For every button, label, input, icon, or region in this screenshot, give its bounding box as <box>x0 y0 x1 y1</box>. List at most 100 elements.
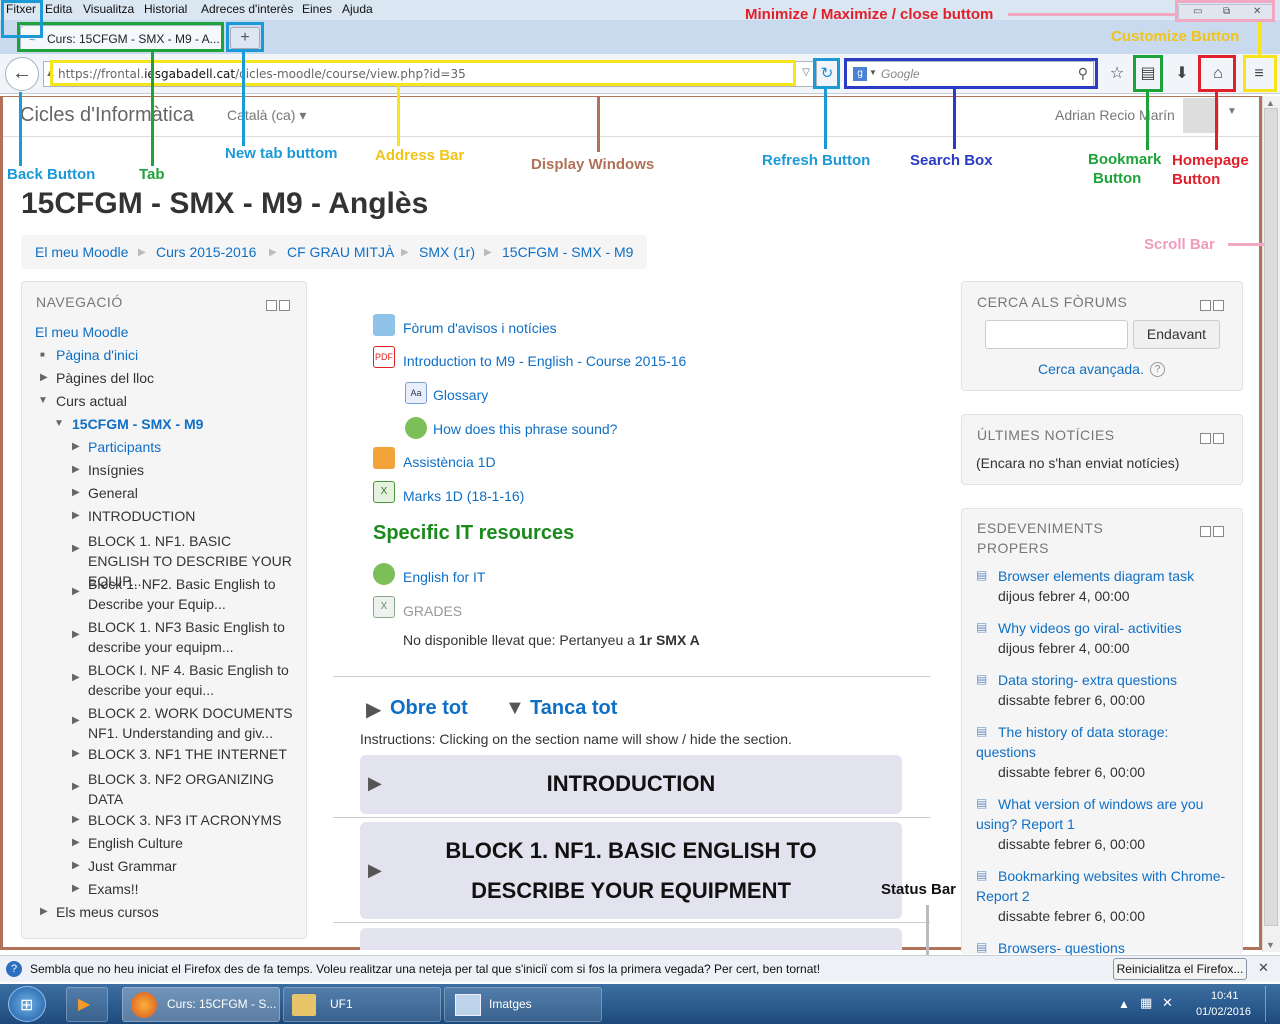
expand-arrow-icon[interactable]: ▶ <box>72 586 80 597</box>
block-controls[interactable] <box>1200 298 1228 311</box>
expand-arrow-icon[interactable]: ▶ <box>72 860 80 871</box>
breadcrumb-item[interactable]: SMX (1r) <box>419 244 475 260</box>
network-icon[interactable]: ▦ <box>1140 995 1152 1011</box>
reset-firefox-button[interactable]: Reinicialitza el Firefox... <box>1113 958 1247 980</box>
event-link[interactable]: What version of windows are you <box>998 796 1203 812</box>
nav-item[interactable]: Just Grammar <box>88 858 177 874</box>
activity-link[interactable]: English for IT <box>403 569 485 585</box>
block-controls[interactable] <box>1200 431 1228 444</box>
collapse-arrow-icon[interactable]: ▼ <box>38 395 48 406</box>
nav-item[interactable]: BLOCK 3. NF1 THE INTERNET <box>88 746 287 762</box>
nav-my-courses[interactable]: Els meus cursos <box>56 904 159 920</box>
volume-muted-icon[interactable]: ✕ <box>1162 995 1173 1011</box>
expand-arrow-icon[interactable]: ▶ <box>72 672 80 683</box>
collapse-arrow-icon[interactable]: ▼ <box>54 418 64 429</box>
expand-arrow-icon[interactable]: ▶ <box>72 629 80 640</box>
menu-help[interactable]: Ajuda <box>342 2 373 16</box>
expand-arrow-icon[interactable]: ▶ <box>72 441 80 452</box>
activity-link[interactable]: Introduction to M9 - English - Course 20… <box>403 353 686 369</box>
block-controls[interactable] <box>266 298 294 311</box>
breadcrumb-item[interactable]: 15CFGM - SMX - M9 <box>502 244 633 260</box>
downloads-button[interactable]: ⬇ <box>1171 63 1193 85</box>
avatar[interactable] <box>1183 98 1219 133</box>
section-block1-nf1[interactable]: ▶ BLOCK 1. NF1. BASIC ENGLISH TO DESCRIB… <box>360 822 902 919</box>
event-link[interactable]: Browser elements diagram task <box>998 568 1194 584</box>
taskbar-folder[interactable]: UF1 <box>283 987 441 1022</box>
expand-arrow-icon[interactable]: ▶ <box>40 906 48 917</box>
open-all-link[interactable]: Obre tot <box>390 697 468 720</box>
event-link[interactable]: The history of data storage: <box>998 724 1168 740</box>
activity-link[interactable]: Glossary <box>433 387 488 403</box>
nav-item[interactable]: English Culture <box>88 835 183 851</box>
nav-item[interactable]: INTRODUCTION <box>88 508 195 524</box>
dropdown-arrow-icon[interactable]: ▽ <box>802 67 810 78</box>
advanced-search-link[interactable]: Cerca avançada. <box>1038 361 1144 377</box>
forum-search-input[interactable] <box>985 320 1128 349</box>
activity-link[interactable]: Fòrum d'avisos i notícies <box>403 320 557 336</box>
nav-item[interactable]: BLOCK I. NF 4. Basic English to describe… <box>88 660 296 700</box>
menu-tools[interactable]: Eines <box>302 2 332 16</box>
activity-link[interactable]: Marks 1D (18-1-16) <box>403 488 524 504</box>
expand-arrow-icon[interactable]: ▶ <box>72 814 80 825</box>
nav-item[interactable]: Exams!! <box>88 881 139 897</box>
site-name[interactable]: Cicles d'Informàtica <box>20 104 194 127</box>
help-icon[interactable]: ? <box>1150 362 1165 377</box>
expand-arrow-icon[interactable]: ▶ <box>72 748 80 759</box>
scrollbar-thumb[interactable] <box>1264 108 1278 926</box>
event-link[interactable]: Report 2 <box>976 888 1030 904</box>
breadcrumb-item[interactable]: CF GRAU MITJÀ <box>287 244 394 260</box>
nav-item[interactable]: BLOCK 2. WORK DOCUMENTS NF1. Understandi… <box>88 703 296 743</box>
nav-my-moodle[interactable]: El meu Moodle <box>35 324 128 340</box>
menu-bookmarks[interactable]: Adreces d'interès <box>201 2 293 16</box>
event-link[interactable]: Data storing- extra questions <box>998 672 1177 688</box>
nav-item[interactable]: BLOCK 1. NF3 Basic English to describe y… <box>88 617 296 657</box>
menu-view[interactable]: Visualitza <box>83 2 134 16</box>
expand-arrow-icon[interactable]: ▶ <box>40 372 48 383</box>
nav-item[interactable]: BLOCK 3. NF3 IT ACRONYMS <box>88 812 281 828</box>
nav-item[interactable]: Insígnies <box>88 462 144 478</box>
event-link[interactable]: Bookmarking websites with Chrome- <box>998 868 1225 884</box>
section-next[interactable] <box>360 928 902 950</box>
block-controls[interactable] <box>1200 524 1228 537</box>
expand-arrow-icon[interactable]: ▶ <box>72 837 80 848</box>
expand-arrow-icon[interactable]: ▶ <box>72 781 80 792</box>
event-link[interactable]: using? Report 1 <box>976 816 1075 832</box>
user-name[interactable]: Adrian Recio Marín <box>1055 107 1175 123</box>
clock-date[interactable]: 01/02/2016 <box>1196 1006 1251 1018</box>
bookmark-star-button[interactable]: ☆ <box>1106 63 1128 85</box>
show-desktop-button[interactable] <box>1265 986 1279 1022</box>
close-all-link[interactable]: Tanca tot <box>530 697 617 720</box>
breadcrumb-item[interactable]: Curs 2015-2016 <box>156 244 256 260</box>
event-link[interactable]: Why videos go viral- activities <box>998 620 1182 636</box>
taskbar-images[interactable]: Imatges <box>444 987 602 1022</box>
nav-current-course[interactable]: Curs actual <box>56 393 127 409</box>
activity-link[interactable]: How does this phrase sound? <box>433 421 617 437</box>
expand-arrow-icon[interactable]: ▶ <box>72 543 80 554</box>
nav-item[interactable]: General <box>88 485 138 501</box>
nav-item[interactable]: Block 1. NF2. Basic English to Describe … <box>88 574 296 614</box>
scroll-up-icon[interactable]: ▲ <box>1266 98 1275 108</box>
nav-item[interactable]: Participants <box>88 439 161 455</box>
section-introduction[interactable]: ▶ INTRODUCTION <box>360 755 902 814</box>
expand-arrow-icon[interactable]: ▶ <box>72 715 80 726</box>
nav-site-pages[interactable]: Pàgines del lloc <box>56 370 154 386</box>
activity-link[interactable]: Assistència 1D <box>403 454 496 470</box>
language-menu[interactable]: Català (ca) ▾ <box>227 107 306 124</box>
nav-course[interactable]: 15CFGM - SMX - M9 <box>72 416 203 432</box>
tray-expand-icon[interactable]: ▲ <box>1118 997 1130 1011</box>
nav-site-home[interactable]: Pàgina d'inici <box>56 347 138 363</box>
expand-arrow-icon[interactable]: ▶ <box>72 883 80 894</box>
taskbar-media-player[interactable]: ▶ <box>66 987 108 1022</box>
breadcrumb-item[interactable]: El meu Moodle <box>35 244 128 260</box>
expand-arrow-icon[interactable]: ▶ <box>72 464 80 475</box>
event-link[interactable]: questions <box>976 744 1036 760</box>
forum-search-button[interactable]: Endavant <box>1133 320 1220 349</box>
user-menu-caret-icon[interactable]: ▼ <box>1227 106 1237 117</box>
menu-history[interactable]: Historial <box>144 2 187 16</box>
close-icon[interactable]: ✕ <box>1258 960 1269 976</box>
clock-time[interactable]: 10:41 <box>1211 990 1239 1002</box>
expand-arrow-icon[interactable]: ▶ <box>72 510 80 521</box>
event-link[interactable]: Browsers- questions <box>998 940 1125 956</box>
scroll-down-icon[interactable]: ▼ <box>1266 940 1275 950</box>
expand-arrow-icon[interactable]: ▶ <box>72 487 80 498</box>
